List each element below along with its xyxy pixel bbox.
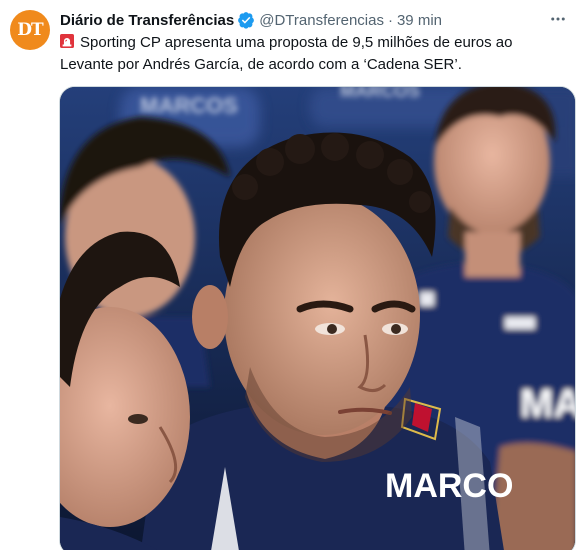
avatar-initials: DT (17, 20, 43, 40)
more-options-button[interactable] (547, 8, 569, 30)
background-sponsor-text: MARCOS (140, 93, 238, 118)
background-sponsor-text: MARCOS (340, 87, 420, 101)
verified-badge-icon (238, 12, 255, 29)
shirt-sponsor-text: MARCO (385, 467, 513, 505)
tweet-timestamp[interactable]: 39 min (397, 12, 442, 29)
shirt-badge-text: MA (520, 382, 576, 426)
more-horizontal-icon (551, 17, 565, 21)
author-avatar[interactable]: DT (10, 10, 50, 50)
siren-emoji-icon (60, 34, 74, 48)
author-display-name[interactable]: Diário de Transferências (60, 12, 234, 29)
tweet-text: Sporting CP apresenta uma proposta de 9,… (60, 32, 530, 76)
tweet[interactable]: DT Diário de Transferências @DTransferen… (0, 0, 583, 550)
tweet-photo[interactable]: MARCOS MARCOS MA MARCO (59, 86, 576, 550)
player-photo: MARCOS MARCOS MA MARCO (60, 87, 576, 550)
tweet-text-content: Sporting CP apresenta uma proposta de 9,… (60, 34, 513, 73)
author-handle[interactable]: @DTransferencias (259, 12, 384, 29)
tweet-header: Diário de Transferências @DTransferencia… (60, 10, 569, 30)
header-separator: · (387, 11, 393, 29)
